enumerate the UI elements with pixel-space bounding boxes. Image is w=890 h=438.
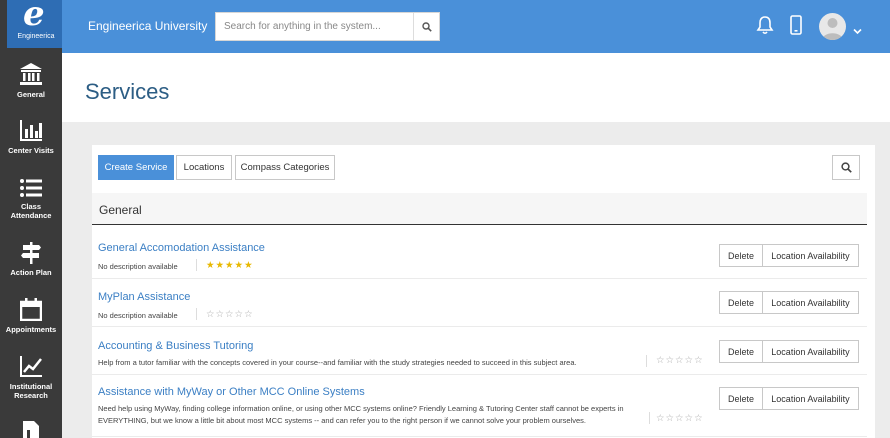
sidebar-item-class-attendance[interactable]: Class Attendance xyxy=(0,178,62,220)
line-chart-icon xyxy=(20,356,42,377)
delete-button[interactable]: Delete xyxy=(719,291,763,314)
user-menu-toggle[interactable] xyxy=(853,22,862,40)
service-description: No description available xyxy=(98,311,178,320)
bar-chart-icon xyxy=(20,120,42,141)
rating-stars[interactable]: ☆☆☆☆☆ xyxy=(656,356,704,366)
user-icon xyxy=(822,18,843,40)
location-availability-button[interactable]: Location Availability xyxy=(762,340,859,363)
service-name-link[interactable]: Accounting & Business Tutoring xyxy=(98,340,253,352)
search-input[interactable] xyxy=(216,13,413,40)
chevron-down-icon xyxy=(853,28,862,35)
global-search xyxy=(215,12,440,41)
service-row: General Accomodation Assistance No descr… xyxy=(92,231,867,279)
sidebar-item-general[interactable]: General xyxy=(0,62,62,99)
service-description: Need help using MyWay, finding college i… xyxy=(98,404,624,425)
sidebar: e Engineerica General Center Visits Clas… xyxy=(0,0,65,438)
sidebar-item-label: Appointments xyxy=(5,325,57,334)
signpost-icon xyxy=(21,242,41,264)
sidebar-item-label: Center Visits xyxy=(8,146,54,155)
bell-icon xyxy=(756,16,774,35)
create-service-button[interactable]: Create Service xyxy=(98,155,174,180)
service-row: MyPlan Assistance No description availab… xyxy=(92,279,867,327)
sidebar-item-label: General xyxy=(17,90,45,99)
separator xyxy=(196,308,197,320)
delete-button[interactable]: Delete xyxy=(719,340,763,363)
locations-button[interactable]: Locations xyxy=(176,155,232,180)
list-icon xyxy=(20,179,42,197)
mobile-button[interactable] xyxy=(790,15,802,40)
location-availability-button[interactable]: Location Availability xyxy=(762,387,859,410)
engineerica-logo[interactable]: e Engineerica xyxy=(4,0,65,48)
delete-button[interactable]: Delete xyxy=(719,387,763,410)
mobile-icon xyxy=(790,15,802,35)
delete-button[interactable]: Delete xyxy=(719,244,763,267)
document-icon xyxy=(23,421,39,438)
separator xyxy=(646,355,647,367)
page-title: Services xyxy=(85,79,170,104)
calendar-icon xyxy=(20,298,42,321)
service-row: Accounting & Business Tutoring Help from… xyxy=(92,327,867,375)
separator xyxy=(196,259,197,271)
search-icon xyxy=(421,21,432,32)
top-bar: Engineerica University xyxy=(62,0,890,53)
location-availability-button[interactable]: Location Availability xyxy=(762,244,859,267)
page-header: Services xyxy=(62,53,890,122)
services-panel: Create Service Locations Compass Categor… xyxy=(92,145,875,438)
section-header: General xyxy=(92,193,867,225)
service-name-link[interactable]: MyPlan Assistance xyxy=(98,291,190,303)
rating-stars[interactable]: ☆☆☆☆☆ xyxy=(206,310,254,320)
rating-stars[interactable]: ☆☆☆☆☆ xyxy=(656,414,704,424)
service-name-link[interactable]: General Accomodation Assistance xyxy=(98,242,265,254)
sidebar-item-appointments[interactable]: Appointments xyxy=(0,298,62,334)
sidebar-item-label: Action Plan xyxy=(10,268,52,277)
sidebar-item-action-plan[interactable]: Action Plan xyxy=(0,242,62,277)
institution-icon xyxy=(20,63,42,85)
sidebar-item-center-visits[interactable]: Center Visits xyxy=(0,120,62,155)
institution-name: Engineerica University xyxy=(88,19,208,33)
search-icon xyxy=(840,162,852,173)
sidebar-item-label: Institutional Research xyxy=(9,382,53,400)
compass-categories-button[interactable]: Compass Categories xyxy=(235,155,335,180)
service-name-link[interactable]: Assistance with MyWay or Other MCC Onlin… xyxy=(98,386,365,398)
logo-letter: e xyxy=(23,0,45,34)
avatar[interactable] xyxy=(819,13,846,40)
separator xyxy=(649,412,650,424)
service-row: Assistance with MyWay or Other MCC Onlin… xyxy=(92,375,867,437)
sidebar-item-institutional-research[interactable]: Institutional Research xyxy=(0,356,62,400)
rating-stars[interactable]: ★★★★★ xyxy=(206,261,254,271)
logo-text: Engineerica xyxy=(17,33,55,40)
location-availability-button[interactable]: Location Availability xyxy=(762,291,859,314)
sidebar-item-label: Class Attendance xyxy=(10,202,52,220)
section-title: General xyxy=(99,203,142,217)
notifications-button[interactable] xyxy=(756,15,774,40)
search-button[interactable] xyxy=(413,13,439,40)
sidebar-item-more[interactable] xyxy=(0,420,62,438)
service-description: Help from a tutor familiar with the conc… xyxy=(98,358,577,367)
panel-search-button[interactable] xyxy=(832,155,860,180)
service-description: No description available xyxy=(98,262,178,271)
